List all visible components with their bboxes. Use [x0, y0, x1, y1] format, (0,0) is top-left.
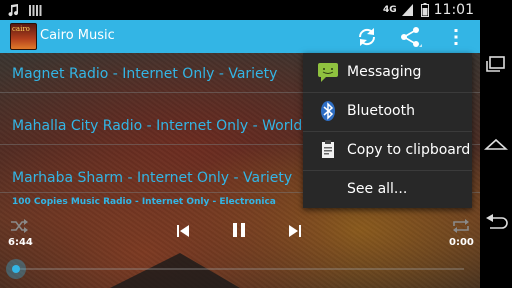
messaging-icon: [317, 61, 339, 83]
shuffle-icon[interactable]: [10, 218, 28, 233]
seek-thumb[interactable]: [6, 259, 26, 279]
share-menu: Messaging Bluetooth Copy to clipboard Se…: [303, 53, 472, 208]
now-playing-label: 100 Copies Music Radio - Internet Only -…: [12, 197, 276, 207]
station-item[interactable]: Marhaba Sharm - Internet Only - Variety: [12, 170, 312, 186]
share-item-label: See all...: [347, 181, 408, 197]
back-icon[interactable]: [484, 210, 508, 234]
elapsed-time: 6:44: [8, 237, 33, 248]
app-title: Cairo Music: [40, 28, 115, 43]
bluetooth-icon: [317, 100, 339, 122]
recent-apps-icon[interactable]: [484, 52, 508, 76]
previous-track-icon[interactable]: [176, 223, 190, 237]
next-track-icon[interactable]: [288, 223, 302, 237]
pause-icon[interactable]: [231, 222, 247, 238]
share-item-clipboard[interactable]: Copy to clipboard: [303, 131, 472, 170]
overflow-menu-icon[interactable]: [444, 25, 468, 49]
clock: 11:01: [433, 2, 474, 18]
seek-bar[interactable]: [16, 268, 464, 270]
station-item[interactable]: Mahalla City Radio - Internet Only - Wor…: [12, 118, 312, 134]
navigation-bar: [480, 0, 512, 288]
clipboard-icon: [317, 139, 339, 161]
signal-icon: [401, 3, 416, 17]
action-bar: cairo Cairo Music: [0, 20, 480, 53]
home-icon[interactable]: [483, 132, 509, 156]
music-note-icon: [6, 2, 20, 17]
station-item[interactable]: Magnet Radio - Internet Only - Variety: [12, 66, 312, 82]
share-item-bluetooth[interactable]: Bluetooth: [303, 92, 472, 131]
app-icon[interactable]: cairo: [10, 23, 37, 50]
status-bar: 4G 11:01: [0, 0, 480, 20]
share-item-label: Bluetooth: [347, 103, 415, 119]
share-icon[interactable]: [398, 25, 422, 49]
network-type-label: 4G: [382, 5, 397, 15]
share-item-label: Messaging: [347, 64, 422, 80]
share-item-see-all[interactable]: See all...: [303, 170, 472, 209]
share-item-messaging[interactable]: Messaging: [303, 53, 472, 92]
notification-bars-icon: [28, 2, 42, 16]
repeat-icon[interactable]: [452, 218, 470, 233]
app-icon-text: cairo: [12, 25, 30, 33]
refresh-icon[interactable]: [355, 25, 379, 49]
duration-time: 0:00: [449, 237, 474, 248]
battery-icon: [420, 3, 429, 17]
share-item-label: Copy to clipboard: [347, 142, 471, 158]
